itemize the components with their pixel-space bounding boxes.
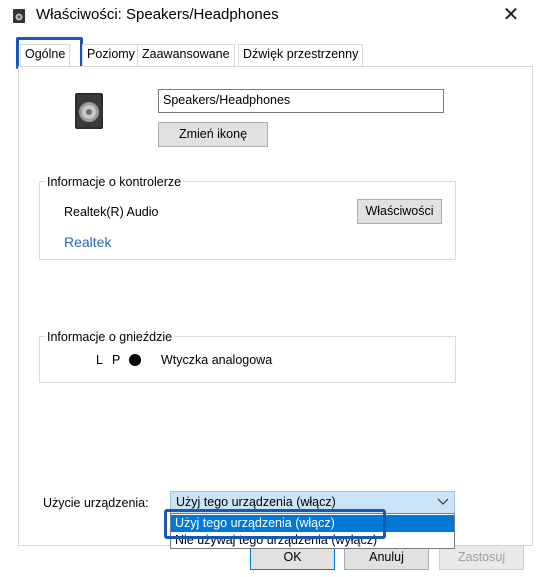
usage-option-highlight [164, 509, 386, 539]
jack-color-dot [129, 354, 141, 366]
change-icon-button[interactable]: Zmień ikonę [158, 122, 268, 147]
jack-connector-type: Wtyczka analogowa [161, 353, 273, 367]
window-title: Właściwości: Speakers/Headphones [36, 6, 279, 23]
device-usage-value: Użyj tego urządzenia (włącz) [176, 495, 336, 509]
close-button[interactable]: ✕ [496, 0, 526, 30]
vendor-link[interactable]: Realtek [64, 234, 111, 250]
controller-properties-button[interactable]: Właściwości [357, 199, 442, 224]
tab-panel [18, 66, 533, 546]
device-name-field[interactable]: Speakers/Headphones [158, 89, 444, 113]
speaker-icon [72, 93, 106, 129]
tab-spatial-sound[interactable]: Dźwięk przestrzenny [238, 44, 364, 66]
device-usage-label: Użycie urządzenia: [43, 496, 149, 510]
controller-info-legend: Informacje o kontrolerze [45, 175, 184, 189]
controller-name: Realtek(R) Audio [64, 205, 159, 219]
jack-info-legend: Informacje o gnieździe [45, 330, 175, 344]
chevron-down-icon [437, 494, 449, 509]
tab-general[interactable]: Ogólne [20, 44, 71, 66]
tab-levels[interactable]: Poziomy [82, 44, 140, 66]
tab-advanced[interactable]: Zaawansowane [137, 44, 235, 66]
speaker-icon [12, 9, 26, 23]
jack-channels: L P [96, 353, 124, 367]
